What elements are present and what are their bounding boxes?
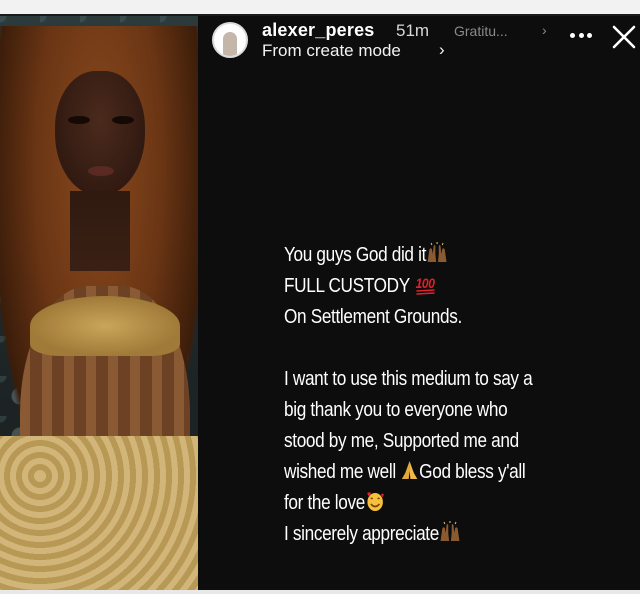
photo-eye-left — [68, 116, 90, 124]
top-border — [0, 0, 640, 14]
more-dot — [578, 32, 584, 38]
story-username[interactable]: alexer_peres — [262, 20, 375, 41]
caption-line: for the love — [284, 488, 585, 519]
praying-hands-emoji — [401, 461, 418, 479]
profile-avatar[interactable] — [212, 22, 248, 58]
story-timestamp: 51m — [396, 21, 430, 40]
caption-line: I want to use this medium to say a — [284, 364, 585, 395]
more-dot — [587, 32, 592, 38]
caption-text: You guys God did it — [284, 244, 427, 266]
photo-face — [55, 71, 145, 196]
caption-line: big thank you to everyone who — [284, 395, 585, 426]
more-dot — [570, 32, 575, 38]
caption-line: I sincerely appreciate — [284, 519, 585, 550]
photo-skirt — [0, 436, 198, 590]
avatar-figure — [223, 32, 237, 56]
caption-text: big thank you to everyone who — [284, 399, 508, 421]
caption-text: On Settlement Grounds. — [284, 306, 462, 328]
caption-text: stood by me, Supported me and — [284, 430, 519, 452]
close-icon[interactable] — [611, 24, 637, 50]
caption-line: You guys God did it — [284, 240, 585, 271]
caption-text: wished me well — [284, 461, 396, 483]
bottom-border — [0, 590, 640, 594]
caption-text: I want to use this medium to say a — [284, 368, 533, 390]
caption-text: God bless y'all — [419, 461, 526, 483]
smiling-face-with-hearts-emoji — [367, 492, 384, 511]
story-caption: You guys God did it FULL CUSTODY 100 On … — [284, 240, 585, 550]
caption-text: FULL CUSTODY — [284, 275, 410, 297]
raising-hands-emoji — [440, 521, 460, 541]
svg-text:100: 100 — [416, 275, 436, 291]
photo-dress-trim — [30, 296, 180, 356]
more-options-button[interactable] — [570, 26, 592, 44]
create-mode-link[interactable]: From create mode — [262, 41, 401, 61]
create-mode-chevron-icon[interactable]: › — [439, 40, 445, 60]
photo-lips — [88, 166, 114, 176]
caption-text: for the love — [284, 492, 365, 514]
caption-line: On Settlement Grounds. — [284, 302, 585, 333]
hundred-points-emoji: 100 — [416, 275, 436, 295]
caption-line: FULL CUSTODY 100 — [284, 271, 585, 302]
story-music-title[interactable]: Gratitu... — [454, 23, 508, 39]
music-chevron-icon[interactable]: › — [542, 22, 547, 38]
raising-hands-emoji — [427, 242, 447, 262]
photo-eye-right — [112, 116, 134, 124]
profile-photo — [0, 16, 198, 590]
caption-line: wished me well God bless y'all — [284, 457, 585, 488]
caption-text: I sincerely appreciate — [284, 523, 439, 545]
caption-line: stood by me, Supported me and — [284, 426, 585, 457]
photo-neck — [70, 191, 130, 271]
